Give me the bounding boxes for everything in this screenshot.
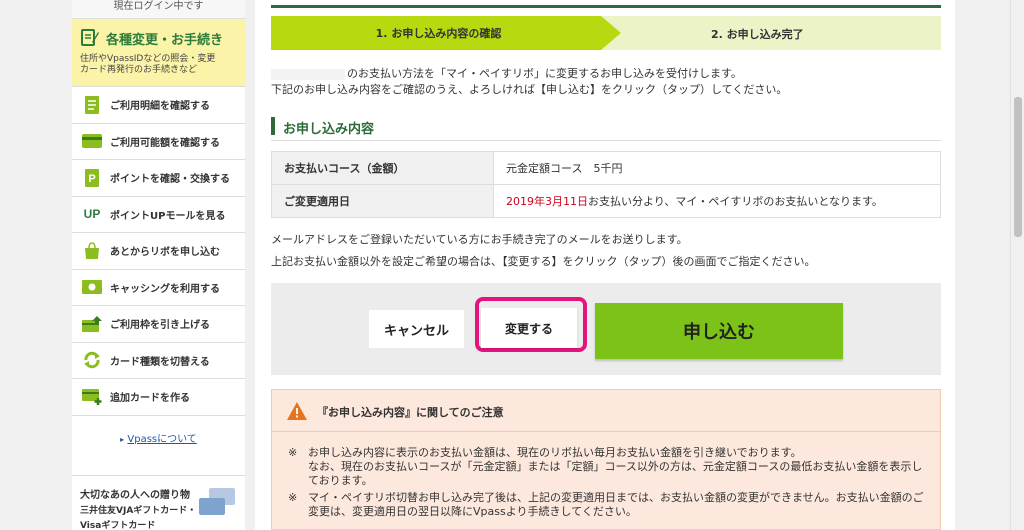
section-title: お申し込み内容 xyxy=(283,122,375,137)
svg-text:P: P xyxy=(88,173,95,185)
course-label: お支払いコース（金額） xyxy=(271,151,494,185)
scrollbar[interactable] xyxy=(1010,0,1024,530)
sidebar-item-label: ご利用枠を引き上げる xyxy=(110,320,210,332)
sidebar-item-available-amount[interactable]: ご利用可能額を確認する xyxy=(72,123,245,160)
sidebar-item-label: 追加カードを作る xyxy=(110,393,190,405)
limit-up-icon xyxy=(82,314,102,334)
credit-card-icon xyxy=(82,131,102,151)
settings-subtitle: 住所やVpassIDなどの照会・変更 カード再発行のお手続きなど xyxy=(80,54,216,75)
step1-label: 1. お申し込み内容の確認 xyxy=(375,27,502,40)
date-label: ご変更適用日 xyxy=(271,184,494,218)
sidebar-item-label: ポイントを確認・交換する xyxy=(110,174,230,186)
sidebar-item-label: カード種類を切替える xyxy=(110,356,210,368)
date-value: 2019年3月11日 xyxy=(506,195,588,208)
sidebar-item-label: あとからリボを申し込む xyxy=(110,247,220,259)
caution-list: ※ お申し込み内容に表示のお支払い金額は、現在のリボ払い毎月お支払い金額を引き継い… xyxy=(288,446,928,522)
sidebar-item-up-mall[interactable]: UP ポイントUPモールを見る xyxy=(72,196,245,233)
redacted-card-name xyxy=(271,68,345,80)
sidebar-item-label: ご利用明細を確認する xyxy=(110,101,210,113)
note-line1: メールアドレスをご登録いただいている方にお手続き完了のメールをお送りします。 xyxy=(271,233,688,246)
notes: メールアドレスをご登録いただいている方にお手続き完了のメールをお送りします。 上… xyxy=(271,229,941,273)
sidebar-item-label: ポイントUPモールを見る xyxy=(110,210,226,222)
login-status: 現在ログイン中です xyxy=(72,0,245,19)
scrollbar-thumb[interactable] xyxy=(1014,97,1022,237)
step-confirm-active: 1. お申し込み内容の確認 xyxy=(271,16,621,50)
intro-line1: のお支払い方法を「マイ・ペイすリボ」に変更するお申し込みを受付けします。 xyxy=(347,67,742,80)
sidebar-item-switch-card[interactable]: カード種類を切替える xyxy=(72,342,245,379)
sidebar-item-revolving[interactable]: あとからリボを申し込む xyxy=(72,233,245,270)
point-icon: P xyxy=(82,168,102,188)
sidebar: 現在ログイン中です 各種変更・お手続き 住所やVpassIDなどの照会・変更 カ… xyxy=(72,0,245,530)
caution-item-text: マイ・ペイすリボ切替お申し込み完了後は、上記の変更適用日までは、お支払い金額の変… xyxy=(308,491,924,518)
top-divider xyxy=(271,5,941,8)
caution-title: 『お申し込み内容』に関してのご注意 xyxy=(317,406,504,419)
step2-label: 2. お申し込み完了 xyxy=(711,28,804,41)
statement-icon xyxy=(82,95,102,115)
course-value: 元金定額コース 5千円 xyxy=(493,151,941,185)
shopping-bag-icon xyxy=(82,241,102,261)
vpass-about-label: Vpassについて xyxy=(127,433,197,445)
gift-card-banner[interactable]: 大切なあの人への贈り物 三井住友VJAギフトカード・ Visaギフトカード xyxy=(72,475,245,530)
vpass-about-link[interactable]: ▸ Vpassについて xyxy=(72,430,245,445)
triangle-right-icon: ▸ xyxy=(120,434,125,444)
sidebar-item-cashing[interactable]: キャッシングを利用する xyxy=(72,269,245,306)
section-header: お申し込み内容 xyxy=(271,115,941,141)
up-mall-icon: UP xyxy=(83,207,101,222)
table-row: お支払いコース（金額） 元金定額コース 5千円 xyxy=(271,151,941,185)
sidebar-item-statement[interactable]: ご利用明細を確認する xyxy=(72,87,245,124)
intro-text: のお支払い方法を「マイ・ペイすリボ」に変更するお申し込みを受付けします。 下記の… xyxy=(271,66,941,98)
list-item: ※ マイ・ペイすリボ切替お申し込み完了後は、上記の変更適用日までは、お支払い金額の… xyxy=(288,491,928,519)
caution-box: 『お申し込み内容』に関してのご注意 ※ お申し込み内容に表示のお支払い金額は、現在… xyxy=(271,389,941,530)
switch-card-icon xyxy=(82,350,102,370)
gift-cards-image xyxy=(199,488,239,518)
table-row: ご変更適用日 2019年3月11日お支払い分より、マイ・ペイすリボのお支払いとな… xyxy=(271,184,941,218)
caution-item-text: お申し込み内容に表示のお支払い金額は、現在のリボ払い毎月お支払い金額を引き継いで… xyxy=(308,446,923,487)
sidebar-settings-panel[interactable]: 各種変更・お手続き 住所やVpassIDなどの照会・変更 カード再発行のお手続き… xyxy=(72,19,245,87)
note-line2: 上記お支払い金額以外を設定ご希望の場合は、【変更する】をクリック（タップ）後の画… xyxy=(271,255,816,268)
progress-steps: 2. お申し込み完了 1. お申し込み内容の確認 xyxy=(271,16,941,50)
sidebar-item-label: キャッシングを利用する xyxy=(110,283,220,295)
submit-button[interactable]: 申し込む xyxy=(595,303,843,359)
sidebar-item-add-card[interactable]: 追加カードを作る xyxy=(72,379,245,416)
application-details-table: お支払いコース（金額） 元金定額コース 5千円 ご変更適用日 2019年3月11… xyxy=(271,151,941,218)
add-card-icon xyxy=(82,387,102,407)
note-mark: ※ xyxy=(288,491,298,504)
cashing-icon xyxy=(82,277,102,297)
intro-line2: 下記のお申し込み内容をご確認のうえ、よろしければ【申し込む】をクリック（タップ）… xyxy=(271,83,788,96)
list-item: ※ お申し込み内容に表示のお支払い金額は、現在のリボ払い毎月お支払い金額を引き継い… xyxy=(288,446,928,488)
main-content: 2. お申し込み完了 1. お申し込み内容の確認 のお支払い方法を「マイ・ペイす… xyxy=(255,0,955,530)
warning-icon xyxy=(287,402,307,423)
change-button[interactable]: 変更する xyxy=(481,308,577,348)
sidebar-item-raise-limit[interactable]: ご利用枠を引き上げる xyxy=(72,306,245,343)
date-cell: 2019年3月11日お支払い分より、マイ・ペイすリボのお支払いとなります。 xyxy=(493,184,941,218)
sidebar-item-label: ご利用可能額を確認する xyxy=(110,137,220,149)
section-accent-bar xyxy=(271,117,275,135)
settings-title: 各種変更・お手続き xyxy=(106,33,224,48)
sidebar-item-points[interactable]: P ポイントを確認・交換する xyxy=(72,160,245,197)
cancel-button[interactable]: キャンセル xyxy=(369,310,464,348)
action-area: キャンセル 変更する 申し込む xyxy=(271,283,941,375)
caution-header: 『お申し込み内容』に関してのご注意 xyxy=(272,390,940,432)
edit-form-icon xyxy=(80,27,100,50)
banner-line3: Visaギフトカード xyxy=(80,521,156,530)
note-mark: ※ xyxy=(288,446,298,459)
date-suffix: お支払い分より、マイ・ペイすリボのお支払いとなります。 xyxy=(588,195,883,208)
